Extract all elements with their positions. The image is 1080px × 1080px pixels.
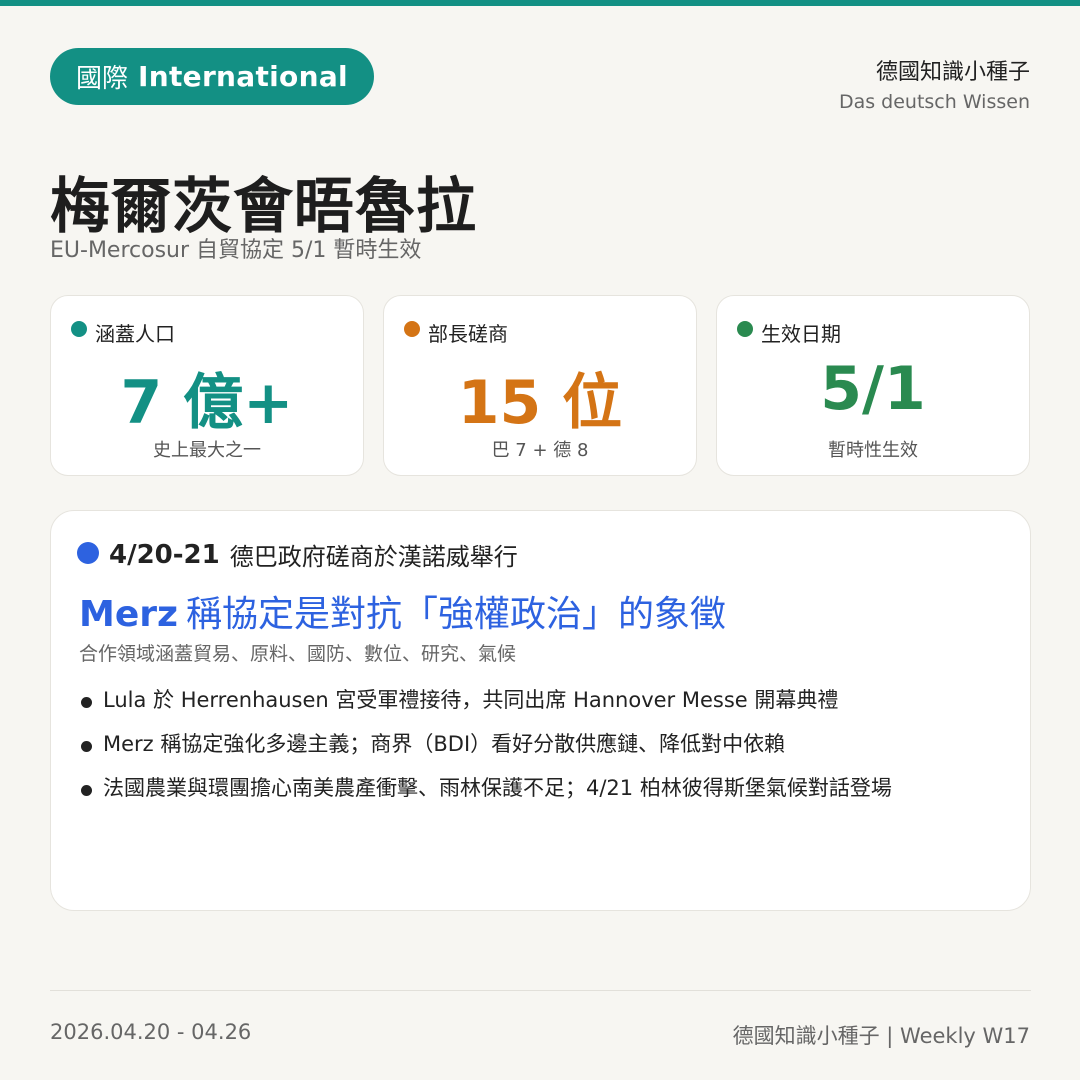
stat-label: 部長磋商 [428, 322, 508, 346]
bullet-icon [81, 741, 92, 752]
headline-text: 稱協定是對抗「強權政治」的象徵 [185, 594, 726, 635]
list-item: Lula 於 Herrenhausen 宮受軍禮接待，共同出席 Hannover… [79, 683, 999, 717]
brand-name-en: Das deutsch Wissen [838, 91, 1030, 113]
stat-label: 生效日期 [761, 322, 841, 346]
category-badge: 國際 International [50, 48, 374, 105]
bullet-icon [81, 697, 92, 708]
brand-name-zh: 德國知識小種子 [875, 60, 1030, 85]
news-bullet-list: Lula 於 Herrenhausen 宮受軍禮接待，共同出席 Hannover… [79, 683, 999, 815]
stat-note: 史上最大之一 [153, 440, 261, 461]
stat-card-ministers: 部長磋商 15 位 巴 7 + 德 8 [383, 295, 697, 476]
stat-note: 暫時性生效 [828, 440, 918, 461]
news-dateline: 4/20-21 德巴政府磋商於漢諾威舉行 [77, 537, 518, 572]
stat-header: 部長磋商 [404, 318, 508, 347]
news-date: 4/20-21 [109, 539, 220, 570]
category-label-en: International [138, 60, 348, 93]
green-dot-icon [737, 320, 753, 337]
orange-dot-icon [404, 320, 420, 337]
stat-note: 巴 7 + 德 8 [491, 440, 589, 461]
headline-person: Merz [79, 594, 178, 635]
list-item: Merz 稱協定強化多邊主義；商界（BDI）看好分散供應鏈、降低對中依賴 [79, 727, 999, 761]
list-item-text: Merz 稱協定強化多邊主義；商界（BDI）看好分散供應鏈、降低對中依賴 [103, 732, 786, 756]
list-item: 法國農業與環團擔心南美農產衝擊、雨林保護不足；4/21 柏林彼得斯堡氣候對話登場 [79, 771, 999, 805]
stat-value: 5/1 [820, 354, 926, 424]
stat-value: 15 位 [457, 368, 623, 438]
top-accent-bar [0, 0, 1080, 6]
teal-dot-icon [71, 320, 87, 337]
stat-label: 涵蓋人口 [95, 322, 175, 346]
bullet-icon [81, 785, 92, 796]
blue-dot-icon [77, 541, 99, 564]
stat-header: 生效日期 [737, 318, 841, 347]
stat-card-effective-date: 生效日期 5/1 暫時性生效 [716, 295, 1030, 476]
footer-date-range: 2026.04.20 - 04.26 [50, 1020, 252, 1044]
stat-card-population: 涵蓋人口 7 億+ 史上最大之一 [50, 295, 364, 476]
news-card: 4/20-21 德巴政府磋商於漢諾威舉行 Merz 稱協定是對抗「強權政治」的象徵… [50, 510, 1031, 911]
brand-block: 德國知識小種子 Das deutsch Wissen [839, 58, 1030, 116]
footer-divider [50, 990, 1031, 991]
category-label-zh: 國際 [76, 64, 129, 94]
news-event: 德巴政府磋商於漢諾威舉行 [229, 543, 518, 571]
list-item-text: 法國農業與環團擔心南美農產衝擊、雨林保護不足；4/21 柏林彼得斯堡氣候對話登場 [103, 776, 892, 800]
stat-value: 7 億+ [120, 368, 294, 438]
footer-issue: 德國知識小種子 | Weekly W17 [732, 1024, 1030, 1048]
cooperation-fields: 合作領域涵蓋貿易、原料、國防、數位、研究、氣候 [79, 643, 517, 665]
page-subtitle: EU-Mercosur 自貿協定 5/1 暫時生效 [50, 238, 422, 263]
news-headline: Merz 稱協定是對抗「強權政治」的象徵 [79, 585, 726, 637]
stat-header: 涵蓋人口 [71, 318, 175, 347]
list-item-text: Lula 於 Herrenhausen 宮受軍禮接待，共同出席 Hannover… [103, 688, 839, 712]
